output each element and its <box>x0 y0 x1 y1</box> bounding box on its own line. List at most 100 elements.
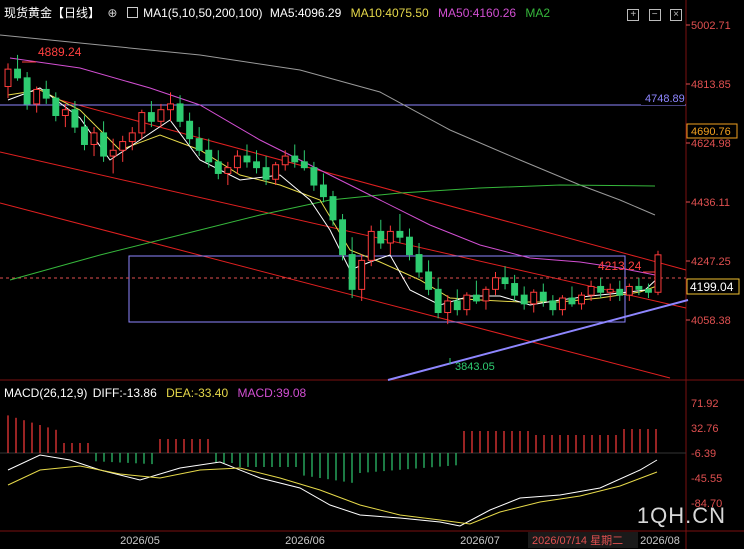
candle-up <box>587 285 595 296</box>
candle-up <box>233 155 241 169</box>
candle-down <box>644 288 652 293</box>
consolidation-box <box>128 255 626 323</box>
candle-down <box>377 230 385 244</box>
macd-tick-label: -6.39 <box>691 448 716 460</box>
candle-up <box>606 288 614 293</box>
date-tick-label: 2026/06 <box>285 535 325 547</box>
candle-up <box>654 254 662 293</box>
candle-up <box>492 277 499 290</box>
candle-down <box>42 88 50 99</box>
macd-tick-label: 71.92 <box>691 398 719 410</box>
candle-down <box>205 149 213 163</box>
candle-up <box>281 155 289 166</box>
candle-down <box>176 103 184 122</box>
support-trendline <box>387 299 689 381</box>
candle-down <box>100 132 108 157</box>
candle-down <box>214 161 222 174</box>
plus-icon[interactable]: + <box>627 9 640 21</box>
candle-down <box>616 288 624 296</box>
candle-down <box>597 285 605 293</box>
candle-down <box>23 77 31 105</box>
macd-diff-line <box>7 454 658 527</box>
candle-up <box>157 109 165 122</box>
candle-down <box>511 283 519 296</box>
macd-header: MACD(26,12,9) DIFF:-13.86 DEA:-33.40 MAC… <box>4 386 306 400</box>
hline-label: 4748.89 <box>645 93 685 105</box>
date-tick-label: 2026/07 <box>460 535 500 547</box>
instrument-title: 现货黄金【日线】 <box>4 6 101 20</box>
watermark: 1QH.CN <box>636 503 726 528</box>
price-tick-label: 4813.85 <box>691 79 731 91</box>
header-bar: 现货黄金【日线】 ⊕ MA1(5,10,50,200,100) MA5:4096… <box>4 6 550 20</box>
ma2-value: MA2 <box>525 6 551 20</box>
ma5-value: MA5:4096.29 <box>269 6 342 20</box>
candle-down <box>520 294 528 305</box>
ma10-value: MA10:4075.50 <box>350 6 429 20</box>
macd-tick-label: 32.76 <box>691 423 719 435</box>
candle-down <box>635 285 643 290</box>
macd-diff: DIFF:-13.86 <box>92 386 157 400</box>
candle-up <box>128 132 136 143</box>
close-icon[interactable]: × <box>670 9 682 21</box>
candle-down <box>71 109 79 128</box>
candle-down <box>406 236 413 256</box>
candle-down <box>339 219 347 256</box>
candle-down <box>425 271 433 290</box>
candle-down <box>319 184 327 198</box>
candle-down <box>568 297 576 305</box>
candle-down <box>81 126 88 145</box>
candle-up <box>4 68 12 88</box>
candle-up <box>444 300 452 314</box>
candle-down <box>415 254 423 273</box>
candle-down <box>453 300 461 311</box>
candle-down <box>253 161 260 169</box>
date-tick-label: 2026/08 <box>640 535 680 547</box>
candle-up <box>33 88 41 105</box>
macd-dea: DEA:-33.40 <box>166 386 229 400</box>
candle-up <box>463 294 471 311</box>
settings-icon[interactable]: ⊕ <box>107 6 117 20</box>
candle-up <box>90 132 98 145</box>
candle-down <box>262 167 270 180</box>
candle-up <box>167 103 174 111</box>
chart-canvas[interactable]: 5002.71 4813.85 4624.98 4436.11 4247.25 4058.… <box>0 0 744 549</box>
candle-down <box>501 277 509 285</box>
candle-up <box>61 109 69 117</box>
ma50-value: MA50:4160.26 <box>438 6 517 20</box>
candle-down <box>434 288 442 314</box>
candle-down <box>243 155 251 163</box>
candle-down <box>396 230 404 238</box>
minus-icon[interactable]: − <box>648 9 661 21</box>
cursor-date-label: 2026/07/14 星期二 <box>532 534 623 547</box>
candle-up <box>558 297 566 311</box>
candle-up <box>625 285 633 296</box>
last-price-label: 4199.04 <box>690 280 734 294</box>
candle-up <box>119 141 127 151</box>
macd-params: MACD(26,12,9) <box>4 386 88 400</box>
toolbar-icons: + − × <box>627 6 682 21</box>
candle-up <box>358 259 366 290</box>
candle-down <box>348 254 356 290</box>
candle-up <box>272 164 280 180</box>
ma-expand-icon[interactable] <box>126 7 138 18</box>
ma-tag-label: 4690.76 <box>691 126 731 138</box>
candle-up <box>109 149 117 157</box>
candle-up <box>482 288 490 302</box>
ma-params: MA1(5,10,50,200,100) <box>143 6 263 20</box>
candle-down <box>186 120 194 140</box>
channel-lower-line <box>0 202 671 379</box>
candle-up <box>224 167 232 174</box>
candle-up <box>138 112 146 134</box>
price-tick-label: 4058.38 <box>691 315 731 327</box>
price-tick-label: 4624.98 <box>691 138 731 150</box>
ma100-line <box>0 34 656 216</box>
candle-up <box>386 230 394 244</box>
candle-down <box>539 291 547 302</box>
price-tick-label: 5002.71 <box>691 20 731 32</box>
candle-down <box>472 294 480 302</box>
candle-up <box>530 291 538 305</box>
candle-down <box>310 167 318 186</box>
high-annotation: 4889.24 <box>38 45 82 59</box>
candle-up <box>578 294 585 305</box>
price-tick-label: 4247.25 <box>691 256 731 268</box>
